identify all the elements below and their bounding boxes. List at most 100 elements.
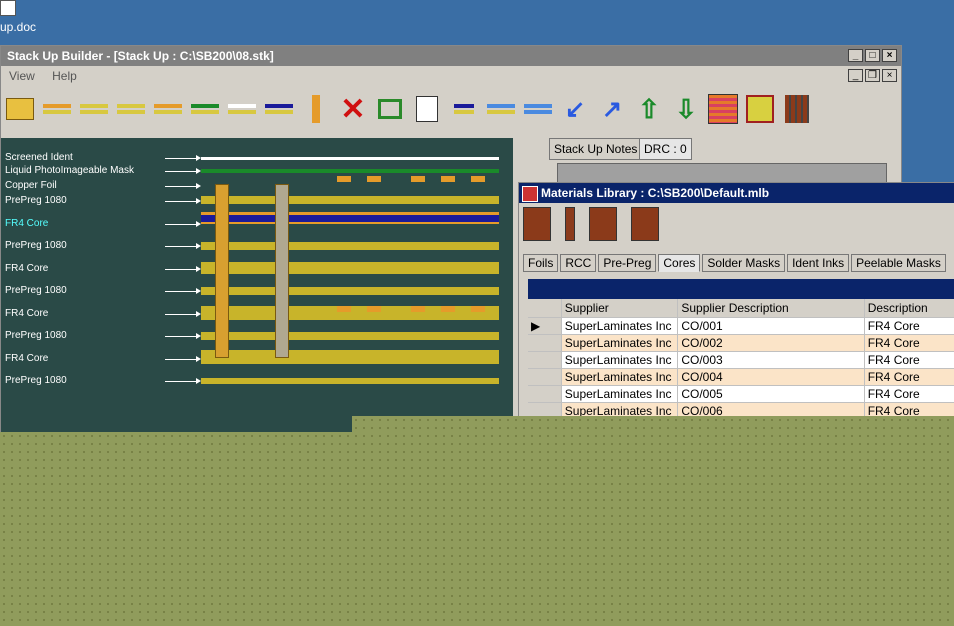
- desktop-icon-label[interactable]: up.doc: [0, 20, 36, 34]
- row-selector[interactable]: [528, 335, 562, 352]
- tab-foils[interactable]: Foils: [523, 254, 559, 272]
- doc-close-button[interactable]: ×: [882, 69, 897, 82]
- layer-label[interactable]: Screened Ident: [5, 152, 73, 163]
- layer-label[interactable]: FR4 Core: [5, 218, 48, 229]
- cell-supplier-description[interactable]: CO/001: [678, 318, 865, 335]
- layer-label[interactable]: Copper Foil: [5, 180, 57, 191]
- tab-ident-inks[interactable]: Ident Inks: [787, 254, 850, 272]
- compress-icon[interactable]: [523, 93, 553, 125]
- layer-label[interactable]: PrePreg 1080: [5, 375, 67, 386]
- doc-minimize-button[interactable]: _: [848, 69, 863, 82]
- arrow-up-icon[interactable]: ⇧: [634, 93, 664, 125]
- table-row[interactable]: SuperLaminates Inc CO/005 FR4 Core: [528, 386, 954, 403]
- cell-supplier[interactable]: SuperLaminates Inc: [561, 335, 679, 352]
- cell-supplier-description[interactable]: CO/004: [678, 369, 865, 386]
- column-supplier-description[interactable]: Supplier Description: [678, 299, 865, 318]
- new-material-icon[interactable]: [565, 207, 575, 241]
- stackup-layer[interactable]: [201, 196, 499, 204]
- menu-help[interactable]: Help: [52, 69, 77, 83]
- cell-supplier[interactable]: SuperLaminates Inc: [561, 318, 679, 335]
- row-selector[interactable]: [528, 369, 562, 386]
- add-core-icon[interactable]: [264, 93, 294, 125]
- add-via-icon[interactable]: [301, 93, 331, 125]
- row-selector[interactable]: ▶: [528, 318, 562, 335]
- layer-label[interactable]: PrePreg 1080: [5, 330, 67, 341]
- layer-label[interactable]: FR4 Core: [5, 353, 48, 364]
- tab-peelable-masks[interactable]: Peelable Masks: [851, 254, 946, 272]
- maximize-button[interactable]: □: [865, 49, 880, 62]
- add-ident-icon[interactable]: [42, 93, 72, 125]
- export-icon[interactable]: [631, 207, 659, 241]
- materials-grid[interactable]: Supplier Supplier Description Descriptio…: [528, 279, 954, 419]
- column-description[interactable]: Description: [864, 299, 954, 318]
- delete-icon[interactable]: ✕: [338, 93, 368, 126]
- stackup-layer[interactable]: [201, 350, 499, 364]
- import-icon[interactable]: [589, 207, 617, 241]
- cell-description[interactable]: FR4 Core: [864, 386, 954, 403]
- main-title-bar[interactable]: Stack Up Builder - [Stack Up : C:\SB200\…: [1, 46, 901, 66]
- tab-drc[interactable]: DRC : 0: [639, 138, 692, 160]
- layer-label[interactable]: FR4 Core: [5, 308, 48, 319]
- open-folder-icon[interactable]: [5, 93, 35, 125]
- cell-supplier-description[interactable]: CO/002: [678, 335, 865, 352]
- layers-icon[interactable]: [708, 93, 738, 125]
- table-row[interactable]: SuperLaminates Inc CO/003 FR4 Core: [528, 352, 954, 369]
- tab-stack-up-notes[interactable]: Stack Up Notes: [549, 138, 643, 160]
- align-right-icon[interactable]: [449, 93, 479, 125]
- cell-supplier[interactable]: SuperLaminates Inc: [561, 386, 679, 403]
- refresh-icon[interactable]: [375, 93, 405, 125]
- tab-cores[interactable]: Cores: [658, 254, 701, 272]
- table-row[interactable]: SuperLaminates Inc CO/004 FR4 Core: [528, 369, 954, 386]
- stackup-layer[interactable]: [201, 169, 499, 173]
- doc-restore-button[interactable]: ❐: [865, 69, 880, 82]
- close-button[interactable]: ×: [882, 49, 897, 62]
- cell-supplier[interactable]: SuperLaminates Inc: [561, 369, 679, 386]
- add-green-layer-icon[interactable]: [190, 93, 220, 125]
- add-mask-icon[interactable]: [79, 93, 109, 125]
- layer-label[interactable]: PrePreg 1080: [5, 240, 67, 251]
- document-icon[interactable]: [0, 0, 16, 16]
- stackup-layer[interactable]: [201, 332, 499, 340]
- materials-library-title-bar[interactable]: Materials Library : C:\SB200\Default.mlb: [519, 183, 954, 203]
- cell-supplier-description[interactable]: CO/003: [678, 352, 865, 369]
- stackup-layer[interactable]: [201, 157, 499, 160]
- minimize-button[interactable]: _: [848, 49, 863, 62]
- cube-icon[interactable]: [745, 93, 775, 125]
- arrow-up-right-icon[interactable]: ↗: [597, 93, 627, 125]
- row-selector[interactable]: [528, 352, 562, 369]
- table-row[interactable]: ▶ SuperLaminates Inc CO/001 FR4 Core: [528, 318, 954, 335]
- stackup-canvas[interactable]: Screened Ident Liquid PhotoImageable Mask…: [1, 138, 513, 436]
- stackup-layer[interactable]: [201, 378, 499, 384]
- exit-icon[interactable]: [523, 207, 551, 241]
- notes-icon[interactable]: [412, 93, 442, 125]
- add-prepreg-icon[interactable]: [116, 93, 146, 125]
- arrow-down-icon[interactable]: ⇩: [671, 93, 701, 125]
- align-left-icon[interactable]: [486, 93, 516, 125]
- stackup-layer[interactable]: [201, 262, 499, 274]
- cell-supplier[interactable]: SuperLaminates Inc: [561, 352, 679, 369]
- tab-rcc[interactable]: RCC: [560, 254, 597, 272]
- layer-label[interactable]: Liquid PhotoImageable Mask: [5, 165, 134, 176]
- via[interactable]: [215, 184, 229, 358]
- layer-label[interactable]: FR4 Core: [5, 263, 48, 274]
- cell-supplier-description[interactable]: CO/005: [678, 386, 865, 403]
- add-layer-icon[interactable]: [227, 93, 257, 125]
- stackup-layer[interactable]: [201, 215, 499, 222]
- table-row[interactable]: SuperLaminates Inc CO/002 FR4 Core: [528, 335, 954, 352]
- cell-description[interactable]: FR4 Core: [864, 335, 954, 352]
- stackup-layer[interactable]: [201, 242, 499, 250]
- row-selector[interactable]: [528, 386, 562, 403]
- layer-label[interactable]: PrePreg 1080: [5, 195, 67, 206]
- cell-description[interactable]: FR4 Core: [864, 318, 954, 335]
- layer-label[interactable]: PrePreg 1080: [5, 285, 67, 296]
- library-icon[interactable]: [782, 93, 812, 125]
- arrow-down-left-icon[interactable]: ↙: [560, 93, 590, 125]
- tab-solder-masks[interactable]: Solder Masks: [702, 254, 786, 272]
- cell-description[interactable]: FR4 Core: [864, 369, 954, 386]
- column-supplier[interactable]: Supplier: [561, 299, 679, 318]
- tab-pre-preg[interactable]: Pre-Preg: [598, 254, 657, 272]
- stackup-layer[interactable]: [201, 287, 499, 295]
- add-foil-icon[interactable]: [153, 93, 183, 125]
- menu-view[interactable]: View: [9, 69, 35, 83]
- cell-description[interactable]: FR4 Core: [864, 352, 954, 369]
